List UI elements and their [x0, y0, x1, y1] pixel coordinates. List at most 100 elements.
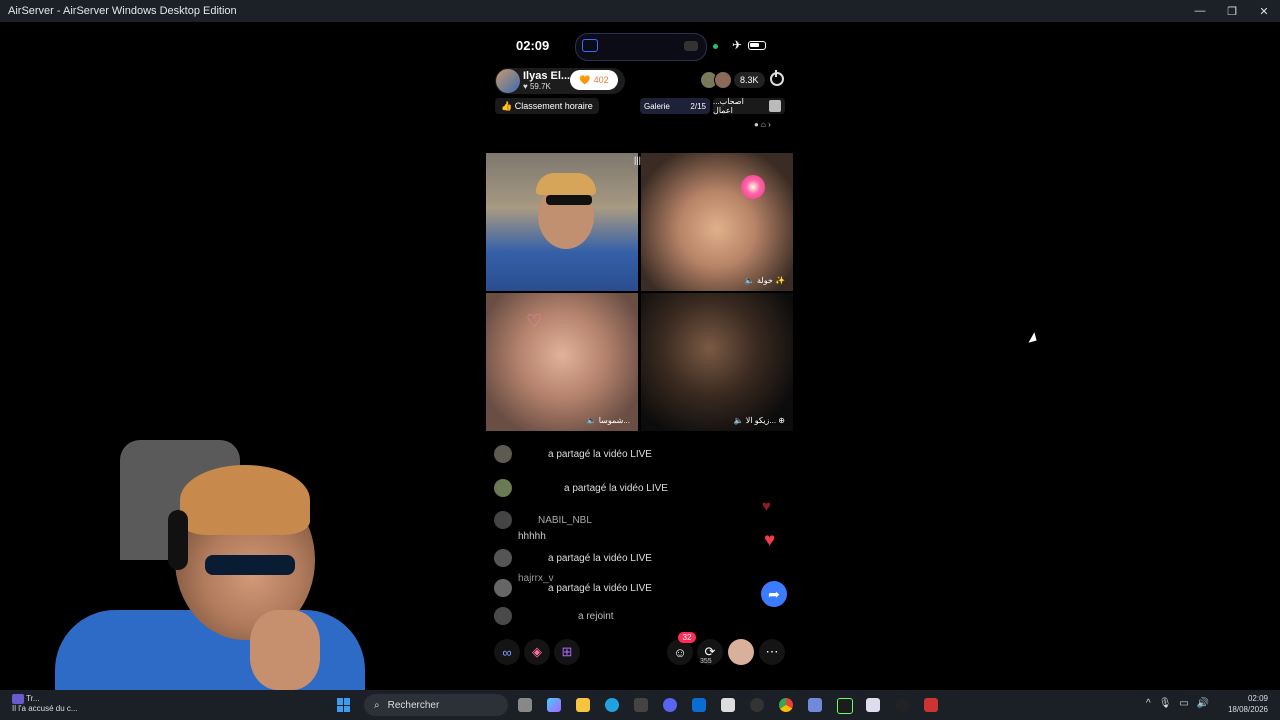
- obs-icon[interactable]: [750, 698, 764, 712]
- headphones: [168, 510, 188, 570]
- nvidia-icon[interactable]: [837, 698, 853, 714]
- comment-text: a rejoint: [578, 610, 614, 622]
- group-button[interactable]: ...اصحاب اعمال: [713, 97, 785, 115]
- group-avatar: [769, 100, 781, 112]
- commenter-avatar: [494, 479, 512, 497]
- comment-item: a partagé la vidéo LIVE: [494, 444, 652, 464]
- share-button[interactable]: ➦: [761, 581, 787, 607]
- edge-icon[interactable]: [605, 698, 619, 712]
- viewer-count: 8.3K: [734, 72, 765, 88]
- streamer-hand: [250, 610, 320, 690]
- maximize-button[interactable]: ❐: [1216, 0, 1248, 22]
- hourly-ranking[interactable]: 👍 Classement horaire: [495, 98, 599, 114]
- commenter-avatar: [494, 607, 512, 625]
- mail-icon[interactable]: [692, 698, 706, 712]
- system-tray-icons[interactable]: ^🎙▭🔊: [1146, 698, 1217, 709]
- follow-likes-button[interactable]: 🧡 402: [570, 70, 618, 90]
- viewer-avatar: [714, 71, 732, 89]
- phone-status-bar: 02:09 ✈: [486, 33, 794, 61]
- search-placeholder: Rechercher: [387, 699, 440, 711]
- news-widget[interactable]: Tr... Il l'a accusé du c...: [12, 694, 78, 714]
- gallery-count: 2/15: [690, 101, 706, 111]
- steam-icon[interactable]: [895, 698, 909, 712]
- guest-3-label: 🔈 شموسا...: [586, 416, 630, 425]
- comment-item: a partagé la vidéo LIVE: [494, 578, 652, 598]
- taskbar-search[interactable]: ⌕ Rechercher: [364, 694, 508, 716]
- power-icon[interactable]: [770, 70, 784, 86]
- window-title: AirServer - AirServer Windows Desktop Ed…: [8, 5, 237, 17]
- taskbar-time: 02:09: [1247, 694, 1268, 703]
- guest-1-glasses: [546, 195, 592, 205]
- streamer-hair: [180, 465, 310, 535]
- host-avatar[interactable]: [496, 69, 520, 93]
- guest-tile-3[interactable]: ♡ 🔈 شموسا...: [486, 293, 638, 431]
- home-toggle-icon[interactable]: ● ⌂ ›: [754, 120, 771, 129]
- window-titlebar: AirServer - AirServer Windows Desktop Ed…: [0, 0, 1280, 22]
- heart-icon: 🧡: [579, 74, 591, 85]
- more-button[interactable]: ⋯: [759, 639, 785, 665]
- guest-3-name: شموسا...: [598, 416, 630, 425]
- streamlabs-icon[interactable]: [924, 698, 938, 712]
- requests-icon: ☺: [673, 644, 687, 660]
- comment-item: hhhhh: [494, 526, 546, 546]
- comment-text: a partagé la vidéo LIVE: [548, 582, 652, 594]
- file-explorer-icon[interactable]: [576, 698, 590, 712]
- guest-1-hair: [536, 173, 596, 195]
- viewers-group[interactable]: 8.3K: [700, 70, 765, 90]
- match-icon: ◈: [532, 644, 542, 659]
- mic-active-indicator: [713, 44, 718, 49]
- task-view-icon[interactable]: [518, 698, 532, 712]
- guest-tile-2[interactable]: 🔈 خولة ✨: [641, 153, 793, 291]
- dynamic-island: [575, 33, 707, 61]
- guest-tile-1[interactable]: [486, 153, 638, 291]
- guest-tile-4[interactable]: 🔈 زيكو الا... ⊕: [641, 293, 793, 431]
- store-icon[interactable]: [634, 698, 648, 712]
- mouse-cursor-icon: [1028, 332, 1040, 346]
- live-guests-grid: 🔈 خولة ✨ ♡ 🔈 شموسا... 🔈 زيكو الا... ⊕ ||…: [486, 153, 794, 431]
- grid-settings-icon[interactable]: |||: [634, 155, 641, 165]
- apps-button[interactable]: ⊞: [554, 639, 580, 665]
- share-icon: ➦: [768, 585, 780, 602]
- discord-icon[interactable]: [663, 698, 677, 712]
- taskbar-clock[interactable]: 02:09 18/08/2026: [1228, 693, 1268, 715]
- comment-text: hhhhh: [518, 530, 546, 542]
- close-button[interactable]: ✕: [1248, 0, 1280, 22]
- group-label: ...اصحاب اعمال: [713, 97, 744, 115]
- guest-2-label: 🔈 خولة ✨: [744, 276, 785, 285]
- floating-heart-icon: ♥: [764, 530, 776, 551]
- minimize-button[interactable]: —: [1184, 0, 1216, 22]
- gamepad-icon[interactable]: [808, 698, 822, 712]
- comment-item: a partagé la vidéo LIVE: [494, 478, 668, 498]
- news-icon: [12, 694, 24, 704]
- comment-item: a partagé la vidéo LIVE: [494, 548, 652, 568]
- flower-sticker: [741, 175, 765, 199]
- comment-text: a partagé la vidéo LIVE: [548, 448, 652, 460]
- status-clock: 02:09: [516, 38, 550, 53]
- shares-count: 355: [700, 658, 712, 665]
- host-name: Ilyas El...: [523, 70, 571, 82]
- heart-sticker-icon: ♡: [526, 311, 543, 331]
- airserver-icon[interactable]: [721, 698, 735, 712]
- floating-heart-icon: ♥: [762, 498, 771, 515]
- webcam-overlay: [0, 440, 365, 690]
- guest-4-label: 🔈 زيكو الا... ⊕: [733, 416, 785, 425]
- phone-screen: 02:09 ✈ Ilyas El... ♥ 59.7K 🧡 402 8.3K 👍 …: [486, 22, 794, 670]
- apps-grid-icon: ⊞: [561, 644, 573, 659]
- gift-avatar-button[interactable]: [728, 639, 754, 665]
- search-icon: ⌕: [374, 699, 380, 711]
- match-button[interactable]: ◈: [524, 639, 550, 665]
- start-button[interactable]: [337, 698, 351, 712]
- windows-taskbar: Tr... Il l'a accusé du c... ⌕ Rechercher …: [0, 690, 1280, 720]
- likes-count: 402: [593, 75, 609, 85]
- link-guests-button[interactable]: ∞: [494, 639, 520, 665]
- chrome-icon[interactable]: [779, 698, 793, 712]
- news-text: Il l'a accusé du c...: [12, 704, 78, 714]
- copilot-icon[interactable]: [547, 698, 561, 712]
- guest-2-name: خولة ✨: [757, 276, 785, 285]
- sunglasses: [205, 555, 295, 575]
- ranking-label: Classement horaire: [514, 101, 593, 111]
- guest-4-name: زيكو الا...: [745, 416, 777, 425]
- gallery-button[interactable]: Galerie 2/15: [640, 98, 710, 114]
- app-icon[interactable]: [866, 698, 880, 712]
- commenter-avatar: [494, 579, 512, 597]
